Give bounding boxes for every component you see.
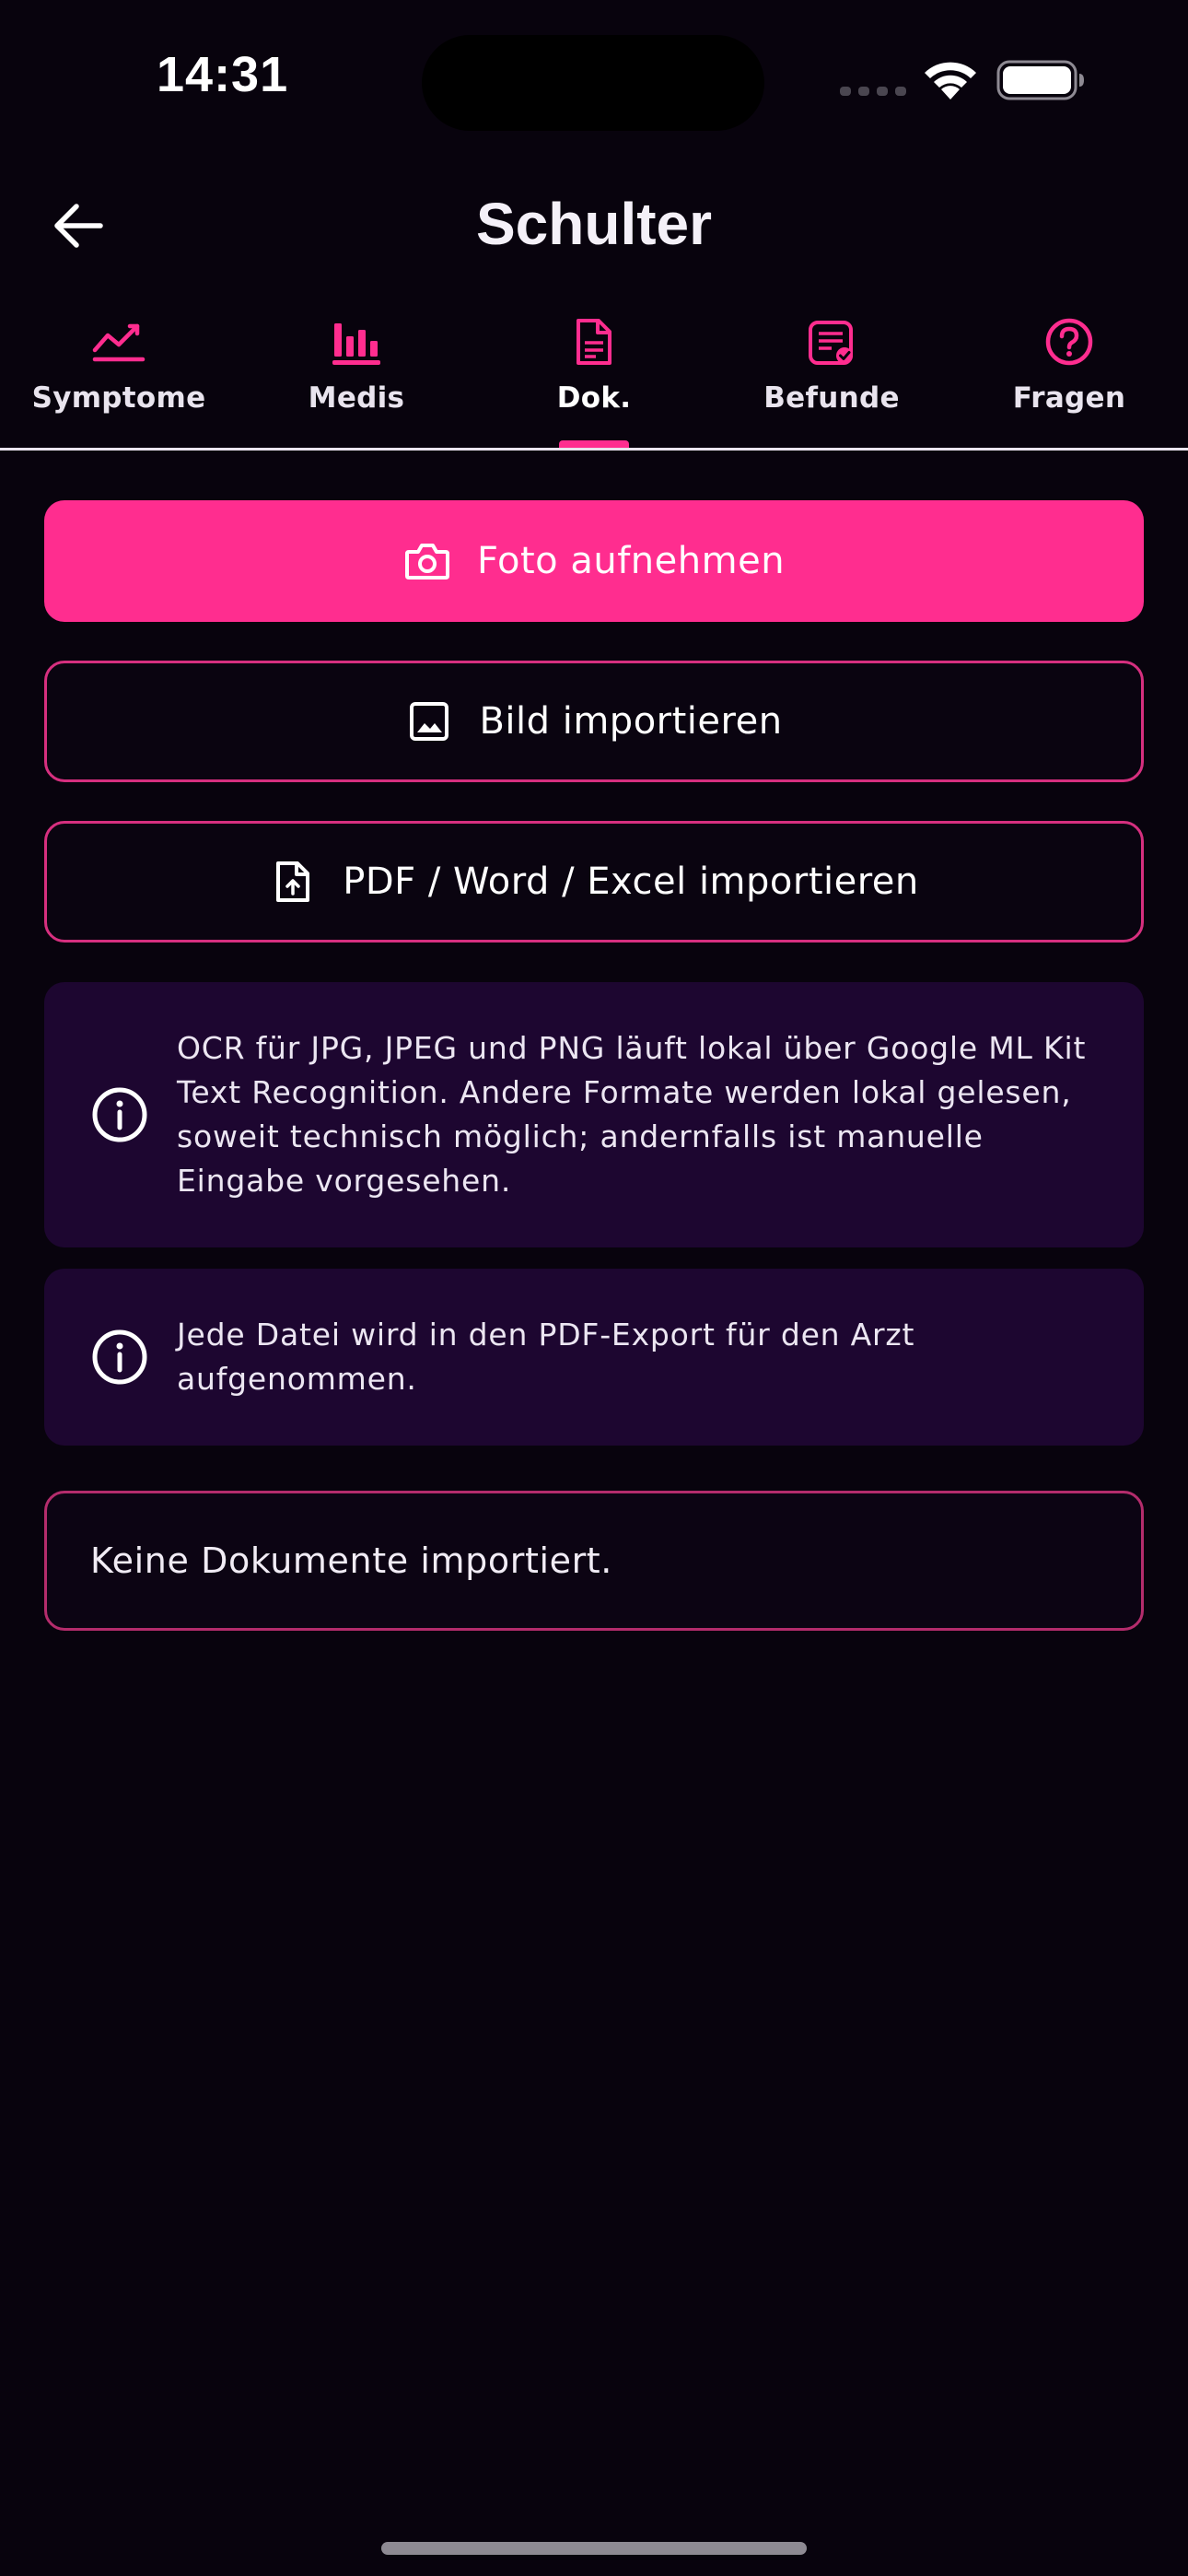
import-file-label: PDF / Word / Excel importieren <box>343 861 919 903</box>
file-upload-icon <box>269 858 317 906</box>
ocr-info-text: OCR für JPG, JPEG und PNG läuft lokal üb… <box>177 1030 1087 1199</box>
tab-fragen[interactable]: Fragen <box>950 295 1188 448</box>
dynamic-island <box>422 35 764 131</box>
help-circle-icon <box>1039 311 1100 372</box>
info-icon <box>90 1328 149 1387</box>
tab-label: Befunde <box>763 381 900 415</box>
wifi-icon <box>925 62 976 100</box>
tab-medis[interactable]: Medis <box>238 295 475 448</box>
tab-label: Medis <box>308 381 405 415</box>
image-icon <box>405 697 453 745</box>
import-file-button[interactable]: PDF / Word / Excel importieren <box>44 821 1144 943</box>
active-tab-indicator <box>559 440 629 448</box>
tab-label: Dok. <box>556 381 632 415</box>
app-bar: Schulter <box>0 157 1188 295</box>
take-photo-button[interactable]: Foto aufnehmen <box>44 500 1144 622</box>
ocr-info-card: OCR für JPG, JPEG und PNG läuft lokal üb… <box>44 982 1144 1247</box>
status-time: 14:31 <box>157 47 289 102</box>
camera-icon <box>403 537 451 585</box>
trend-line-icon <box>88 311 149 372</box>
documents-empty-state: Keine Dokumente importiert. <box>44 1491 1144 1631</box>
import-image-label: Bild importieren <box>479 700 783 743</box>
tab-symptome[interactable]: Symptome <box>0 295 238 448</box>
document-icon <box>564 311 624 372</box>
tab-dokumente[interactable]: Dok. <box>475 295 713 448</box>
clipboard-check-icon <box>801 311 862 372</box>
tab-bar: Symptome Medis Dok. Befunde Fragen <box>0 295 1188 451</box>
home-indicator[interactable] <box>381 2542 807 2555</box>
tab-befunde[interactable]: Befunde <box>713 295 950 448</box>
export-info-text: Jede Datei wird in den PDF-Export für de… <box>177 1317 915 1397</box>
import-image-button[interactable]: Bild importieren <box>44 661 1144 782</box>
empty-state-text: Keine Dokumente importiert. <box>90 1540 612 1581</box>
export-info-card: Jede Datei wird in den PDF-Export für de… <box>44 1269 1144 1446</box>
take-photo-label: Foto aufnehmen <box>476 540 786 582</box>
battery-icon <box>996 60 1084 100</box>
page-title: Schulter <box>475 191 713 257</box>
bar-chart-icon <box>326 311 387 372</box>
info-icon <box>90 1085 149 1144</box>
status-bar: 14:31 <box>0 0 1188 157</box>
tab-label: Fragen <box>1012 381 1126 415</box>
tab-label: Symptome <box>31 381 206 415</box>
cellular-signal-icon <box>840 87 906 96</box>
